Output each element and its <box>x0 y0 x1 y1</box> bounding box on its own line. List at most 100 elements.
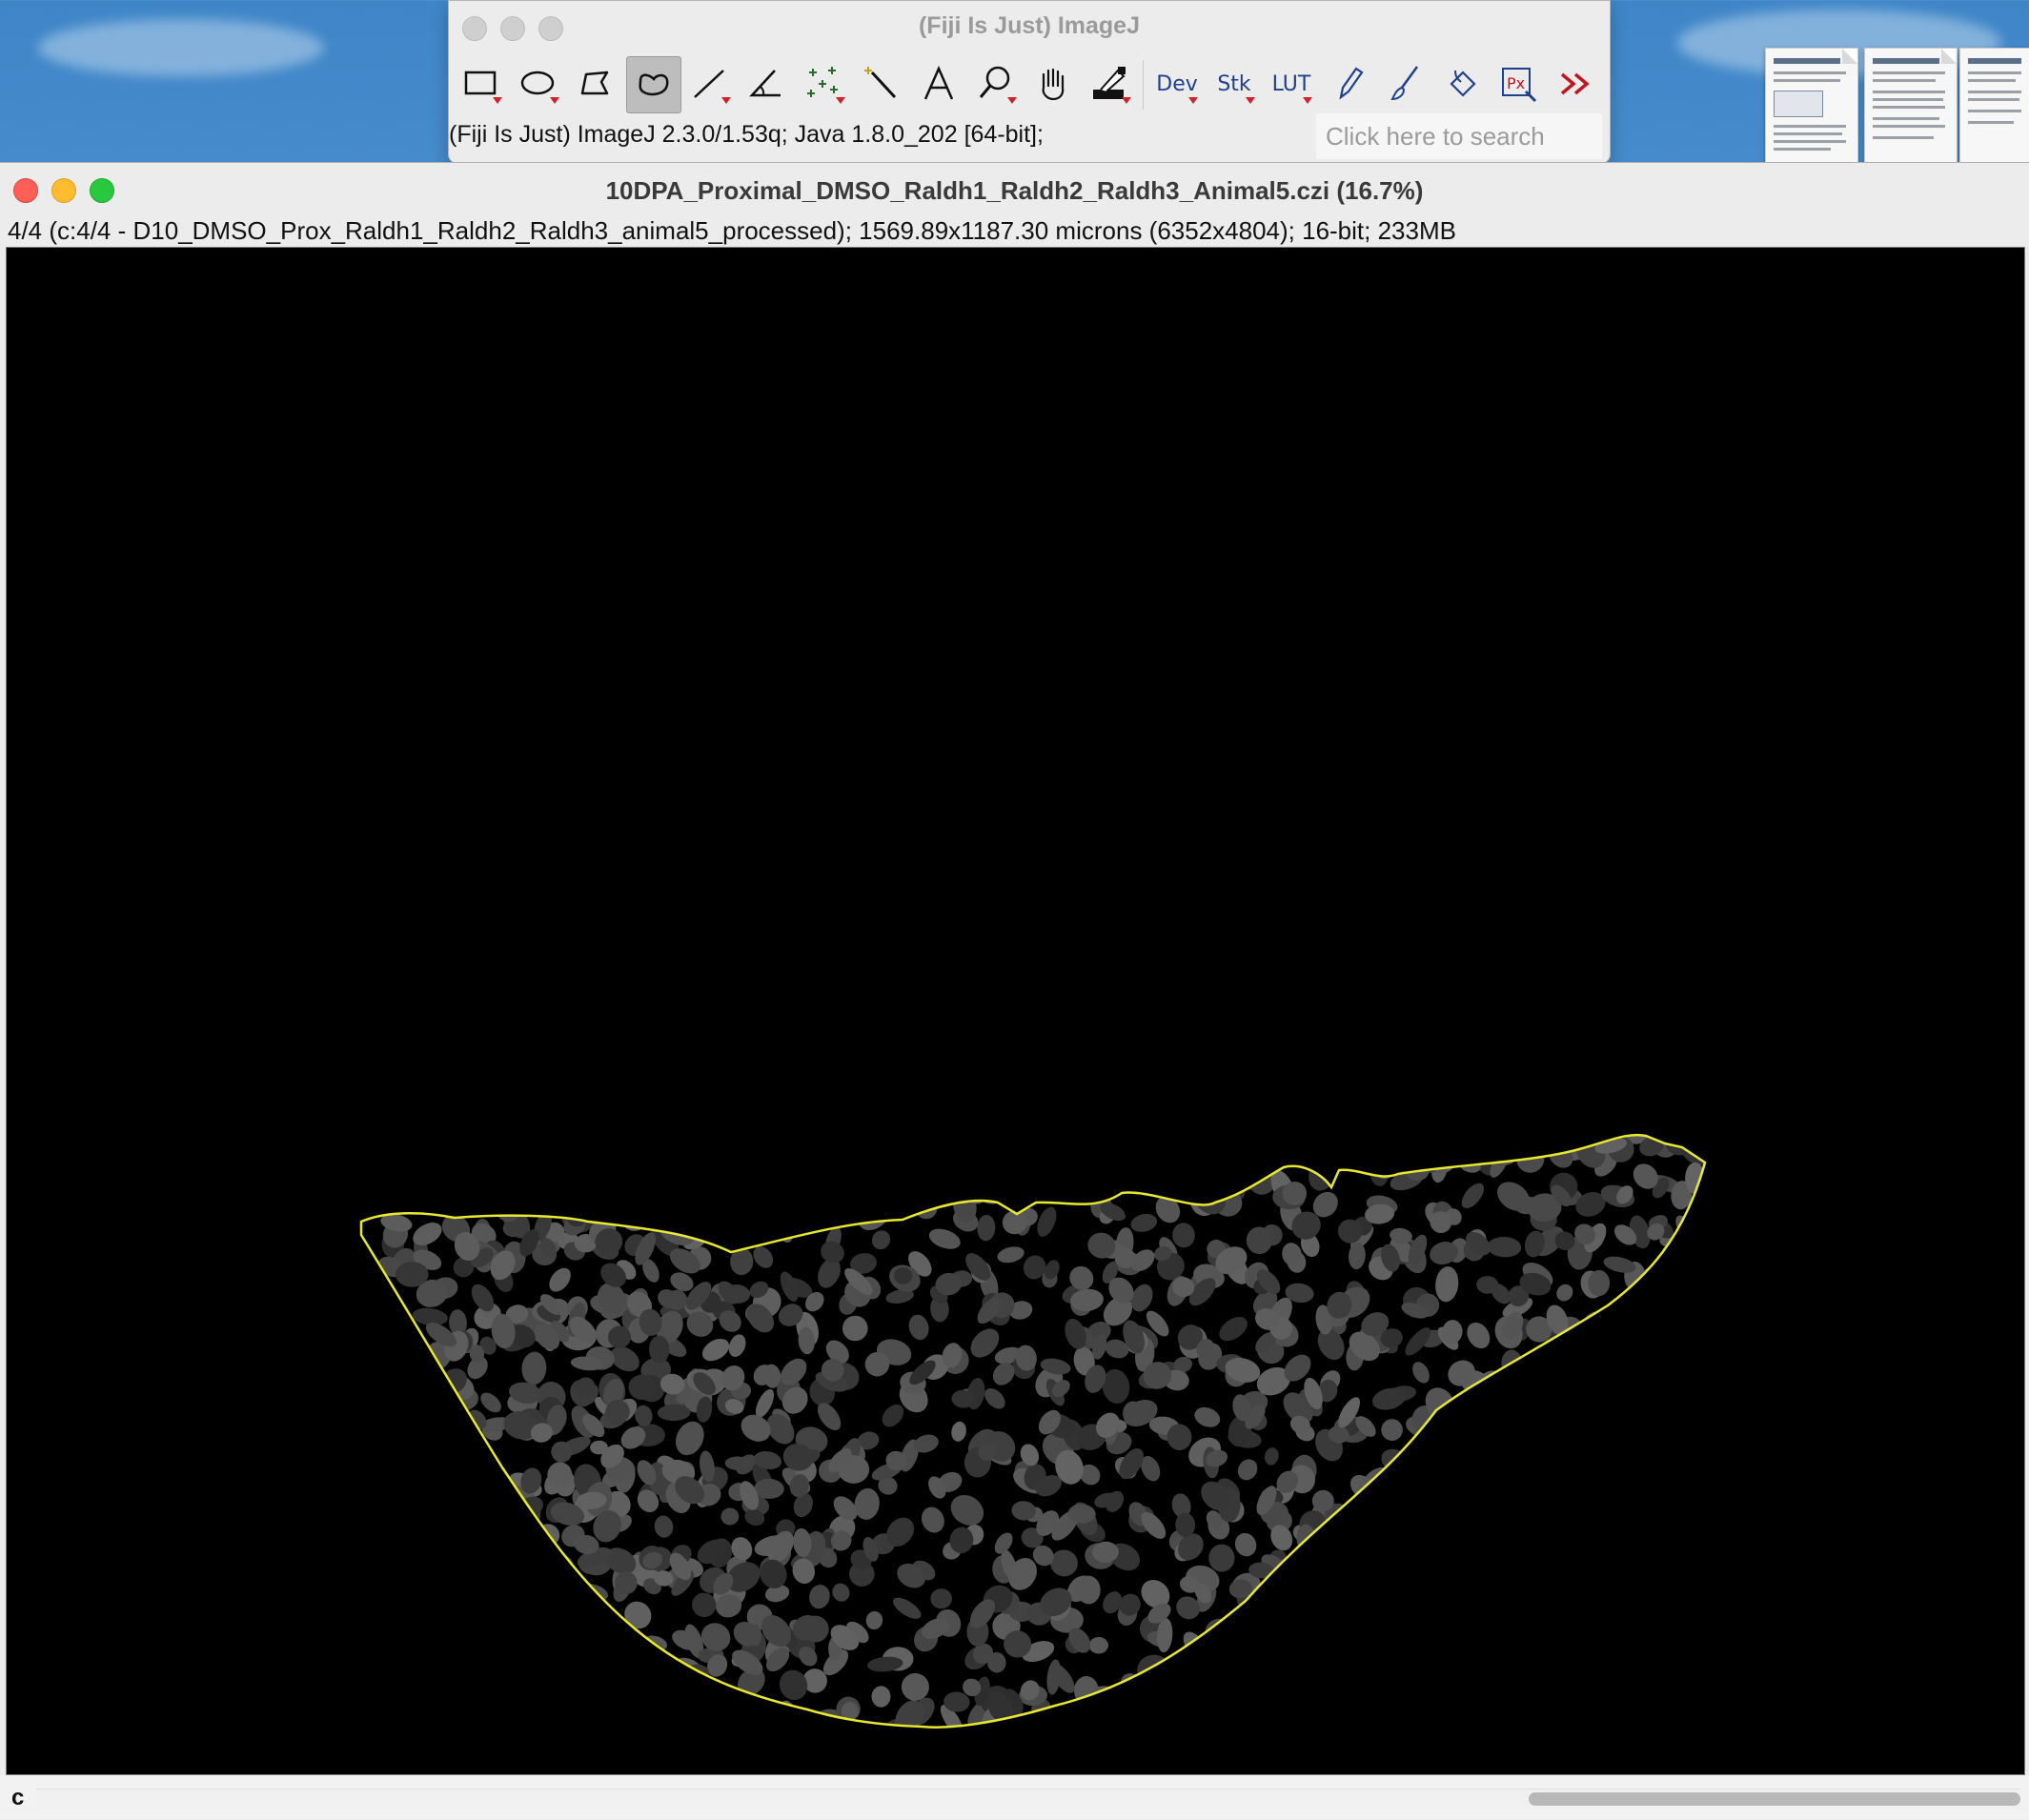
nucleus <box>871 1230 891 1250</box>
lut-menu-icon[interactable]: LUT <box>1265 56 1318 111</box>
nucleus <box>1568 1429 1586 1455</box>
nucleus <box>517 1167 540 1186</box>
nucleus <box>1504 1539 1524 1560</box>
nucleus <box>1536 1516 1565 1546</box>
nucleus <box>1520 1395 1543 1422</box>
magnifier-tool-icon[interactable] <box>969 56 1023 111</box>
nucleus <box>552 1585 571 1607</box>
nucleus <box>418 1453 437 1486</box>
nucleus <box>1358 1591 1382 1616</box>
multipoint-tool-icon[interactable] <box>798 56 851 111</box>
nucleus <box>1666 1400 1690 1423</box>
nucleus <box>363 1340 393 1361</box>
nucleus <box>1405 1668 1433 1698</box>
nucleus <box>1260 1681 1285 1703</box>
nucleus <box>1562 1483 1594 1511</box>
nucleus <box>496 1135 520 1155</box>
pixel-inspector-icon[interactable]: Px <box>1493 56 1547 111</box>
nucleus <box>1271 1671 1295 1696</box>
nucleus <box>1481 1661 1511 1693</box>
toolbar-separator <box>1143 60 1144 110</box>
nucleus <box>717 1161 734 1179</box>
nucleus <box>361 1419 382 1434</box>
nucleus <box>878 1159 901 1191</box>
nucleus <box>488 1467 511 1495</box>
nucleus <box>1461 1183 1485 1209</box>
nucleus <box>1145 1164 1165 1185</box>
hand-tool-icon[interactable] <box>1026 56 1080 111</box>
image-titlebar[interactable]: 10DPA_Proximal_DMSO_Raldh1_Raldh2_Raldh3… <box>0 163 2029 218</box>
nucleus <box>1683 1342 1705 1368</box>
nucleus <box>1047 1163 1073 1194</box>
nucleus <box>1440 1661 1471 1691</box>
nucleus <box>1446 1524 1474 1557</box>
nucleus <box>710 1194 739 1221</box>
nucleus <box>832 1583 850 1602</box>
brush-tool-icon[interactable] <box>1379 56 1432 111</box>
document-thumbnail[interactable] <box>1864 48 1958 166</box>
document-thumbnail[interactable] <box>1765 48 1858 166</box>
channel-slider-thumb[interactable] <box>1529 1792 2020 1806</box>
nucleus <box>1618 1304 1653 1328</box>
pencil-tool-icon[interactable] <box>1322 56 1375 111</box>
nucleus <box>1582 1522 1601 1541</box>
nucleus <box>490 1671 521 1702</box>
nucleus <box>1234 1532 1257 1557</box>
polygon-tool-icon[interactable] <box>569 56 622 111</box>
nucleus <box>1497 1661 1523 1688</box>
nucleus <box>1670 1485 1698 1514</box>
nucleus <box>375 1596 392 1618</box>
nucleus <box>1411 1135 1443 1163</box>
nucleus <box>1391 1528 1415 1551</box>
stk-menu-icon[interactable]: Stk <box>1207 56 1261 111</box>
nucleus <box>1349 1242 1366 1270</box>
color-picker-icon[interactable] <box>1084 56 1137 111</box>
nucleus <box>1618 1361 1641 1383</box>
nucleus <box>1118 1715 1148 1728</box>
angle-tool-icon[interactable] <box>741 56 794 111</box>
nucleus <box>361 1313 385 1333</box>
nucleus <box>1657 1558 1689 1588</box>
toolbar-titlebar[interactable]: (Fiji Is Just) ImageJ <box>449 1 1610 52</box>
line-tool-icon[interactable] <box>683 56 737 111</box>
nucleus <box>495 1642 521 1662</box>
nucleus <box>425 1474 453 1501</box>
nucleus <box>854 1487 880 1520</box>
nucleus <box>1688 1256 1705 1277</box>
nucleus <box>1477 1695 1503 1718</box>
nucleus <box>1473 1396 1500 1432</box>
nucleus <box>482 1162 497 1196</box>
nucleus <box>563 1576 582 1599</box>
rectangle-tool-icon[interactable] <box>455 56 508 111</box>
search-input[interactable] <box>1316 113 1602 159</box>
nucleus <box>1175 1710 1212 1728</box>
nucleus <box>1294 1684 1323 1714</box>
nucleus <box>1401 1639 1429 1660</box>
wand-tool-icon[interactable] <box>855 56 908 111</box>
more-tools-icon[interactable] <box>1551 56 1604 111</box>
image-title: 10DPA_Proximal_DMSO_Raldh1_Raldh2_Raldh3… <box>605 176 1424 205</box>
nucleus <box>1584 1310 1615 1336</box>
oval-tool-icon[interactable] <box>512 56 565 111</box>
nucleus <box>779 1669 808 1701</box>
nucleus <box>517 1645 551 1667</box>
image-canvas[interactable] <box>6 247 2025 1775</box>
nucleus <box>1617 1307 1642 1332</box>
nucleus <box>564 1135 597 1159</box>
text-tool-icon[interactable] <box>912 56 965 111</box>
dev-menu-icon[interactable]: Dev <box>1150 56 1204 111</box>
flood-fill-icon[interactable] <box>1436 56 1490 111</box>
nucleus <box>609 1651 631 1678</box>
nucleus <box>858 1200 890 1231</box>
nucleus <box>1650 1385 1679 1421</box>
nucleus <box>1137 1142 1165 1169</box>
nucleus <box>470 1585 494 1608</box>
nucleus <box>1664 1434 1684 1453</box>
nucleus <box>1117 1146 1138 1167</box>
nucleus <box>473 1135 492 1152</box>
nucleus <box>1553 1360 1578 1385</box>
freehand-tool-icon[interactable] <box>626 56 681 113</box>
nucleus <box>1579 1688 1600 1709</box>
document-thumbnail[interactable] <box>1959 48 2029 166</box>
nucleus <box>614 1636 639 1662</box>
